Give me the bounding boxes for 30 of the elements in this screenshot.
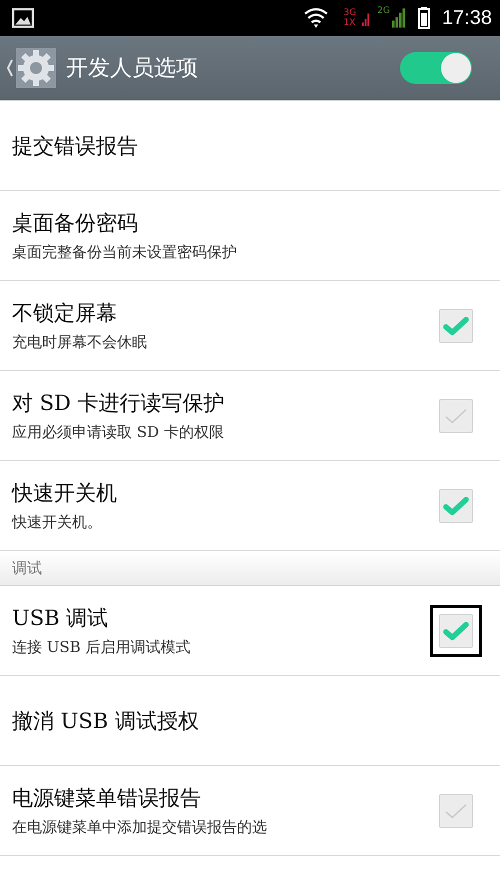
signal-icon xyxy=(392,7,406,29)
setting-summary: 快速开关机。 xyxy=(12,513,103,532)
checkbox[interactable] xyxy=(439,614,473,648)
back-icon[interactable] xyxy=(6,58,14,78)
setting-summary: 应用必须申请读取 SD 卡的权限 xyxy=(12,423,225,442)
setting-summary: 桌面完整备份当前未设置密码保护 xyxy=(12,243,238,262)
settings-icon xyxy=(16,48,56,88)
setting-summary: 充电时屏幕不会休眠 xyxy=(12,333,148,352)
setting-title[interactable]: 快速开关机 xyxy=(12,479,430,507)
setting-title[interactable]: 不锁定屏幕 xyxy=(12,299,430,327)
setting-summary: 在电源键菜单中添加提交错误报告的选 xyxy=(12,818,268,837)
setting-summary: 连接 USB 后启用调试模式 xyxy=(12,638,192,657)
clock-time: 17:38 xyxy=(442,6,492,30)
setting-title[interactable]: USB 调试 xyxy=(12,604,430,632)
network-label: 3G xyxy=(344,8,356,18)
network-label: 2G xyxy=(377,6,390,16)
screen-title: 开发人员选项 xyxy=(66,55,198,83)
setting-title[interactable]: 提交错误报告 xyxy=(12,132,482,160)
wifi-icon xyxy=(304,7,328,29)
battery-icon xyxy=(418,7,430,29)
check-icon xyxy=(442,494,470,516)
checkbox[interactable] xyxy=(439,308,473,342)
setting-title[interactable]: 桌面备份密码 xyxy=(12,209,482,237)
check-icon xyxy=(442,620,470,642)
setting-title[interactable]: 撤消 USB 调试授权 xyxy=(12,706,482,734)
network-label: 1X xyxy=(344,18,356,28)
check-icon xyxy=(442,314,470,336)
image-icon xyxy=(12,8,34,28)
toggle-switch[interactable] xyxy=(400,52,472,84)
checkbox[interactable] xyxy=(439,488,473,522)
